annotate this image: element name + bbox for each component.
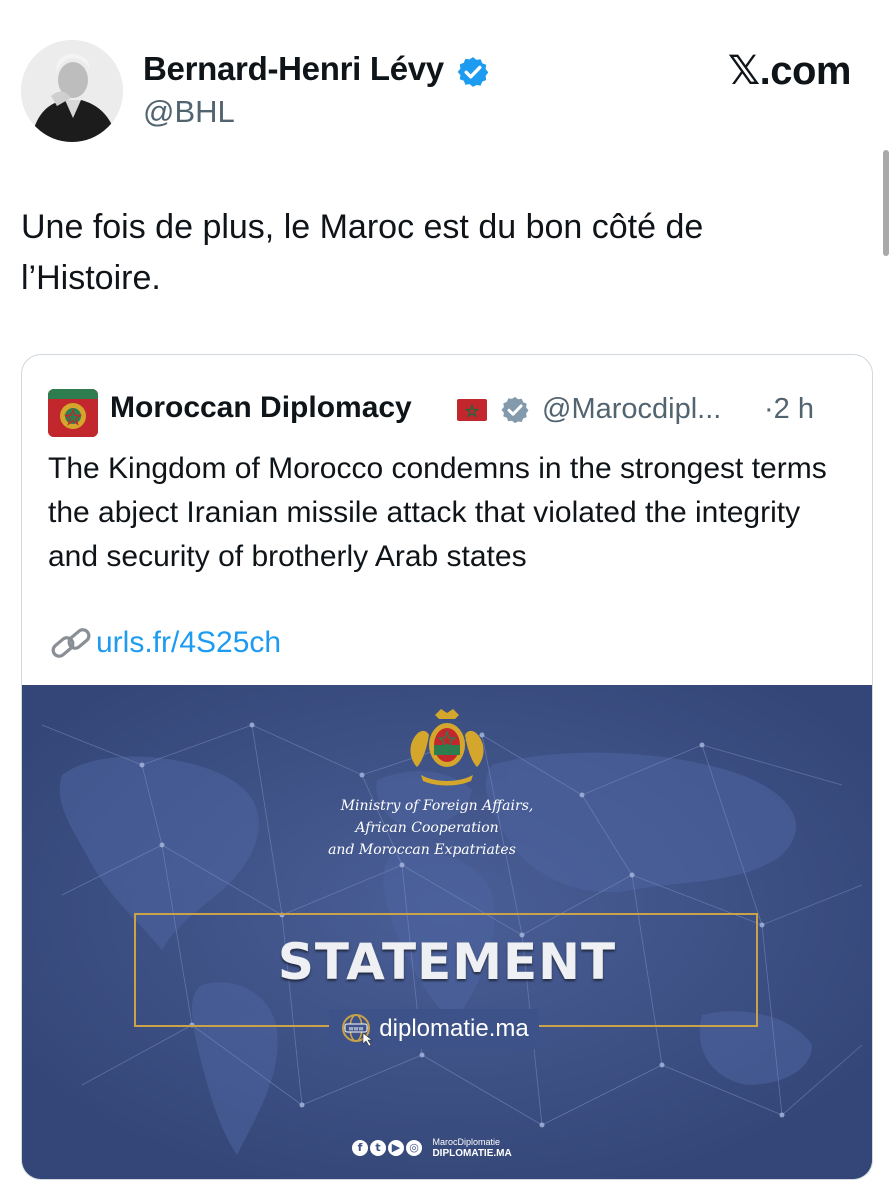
quote-verified-badge-icon — [501, 396, 529, 424]
quote-link-text[interactable]: urls.fr/4S25ch — [96, 626, 281, 659]
twitter-icon: t — [370, 1140, 386, 1156]
x-logo-domain: .com — [759, 49, 852, 93]
youtube-icon: ▶ — [388, 1140, 404, 1156]
facebook-icon: f — [352, 1140, 368, 1156]
author-handle[interactable]: @BHL — [143, 94, 235, 130]
website-text: diplomatie.ma — [379, 1015, 529, 1042]
instagram-icon: ◎ — [406, 1140, 422, 1156]
website-row: www diplomatie.ma — [22, 1009, 872, 1049]
globe-icon: www — [342, 1014, 374, 1047]
quote-text: The Kingdom of Morocco condemns in the s… — [48, 452, 827, 573]
tweet-text: Une fois de plus, le Maroc est du bon cô… — [21, 208, 704, 297]
quote-link[interactable]: urls.fr/4S25ch — [48, 623, 281, 662]
statement-image[interactable]: Ministry of Foreign Affairs, African Coo… — [22, 685, 872, 1179]
ministry-line-3: and Moroccan Expatriates — [328, 842, 516, 858]
verified-badge-icon — [457, 57, 489, 87]
author-name[interactable]: Bernard-Henri Lévy — [143, 50, 444, 88]
moroccan-coat-of-arms-icon — [410, 709, 484, 786]
author-avatar[interactable] — [21, 40, 123, 142]
statement-heading: STATEMENT — [277, 933, 617, 991]
social-handle: MarocDiplomatie — [432, 1137, 500, 1147]
social-site: DIPLOMATIE.MA — [432, 1148, 512, 1159]
ministry-line-1: Ministry of Foreign Affairs, — [340, 798, 534, 814]
tweet-screenshot: Bernard-Henri Lévy @BHL 𝕏.com Une fois d… — [0, 0, 893, 1200]
x-com-logo: 𝕏.com — [727, 48, 852, 94]
page-scrollbar[interactable] — [883, 150, 889, 256]
x-logo-icon: 𝕏 — [727, 48, 760, 94]
quote-author-avatar[interactable] — [48, 389, 98, 437]
quote-timestamp[interactable]: ·2 h — [764, 393, 814, 426]
ministry-name: Ministry of Foreign Affairs, African Coo… — [22, 795, 872, 861]
quote-author-name[interactable]: Moroccan Diplomacy — [110, 391, 412, 425]
link-chain-icon — [51, 628, 91, 658]
ministry-line-2: African Cooperation — [355, 820, 499, 836]
morocco-flag-icon — [457, 399, 487, 421]
quoted-tweet-card[interactable]: Moroccan Diplomacy @Marocdipl... ·2 h Th… — [21, 354, 873, 1180]
svg-text:www: www — [349, 1026, 364, 1033]
social-links-row: f t ▶ ◎ MarocDiplomatie DIPLOMATIE.MA — [352, 1137, 512, 1165]
quote-author-handle[interactable]: @Marocdipl... — [542, 393, 721, 426]
